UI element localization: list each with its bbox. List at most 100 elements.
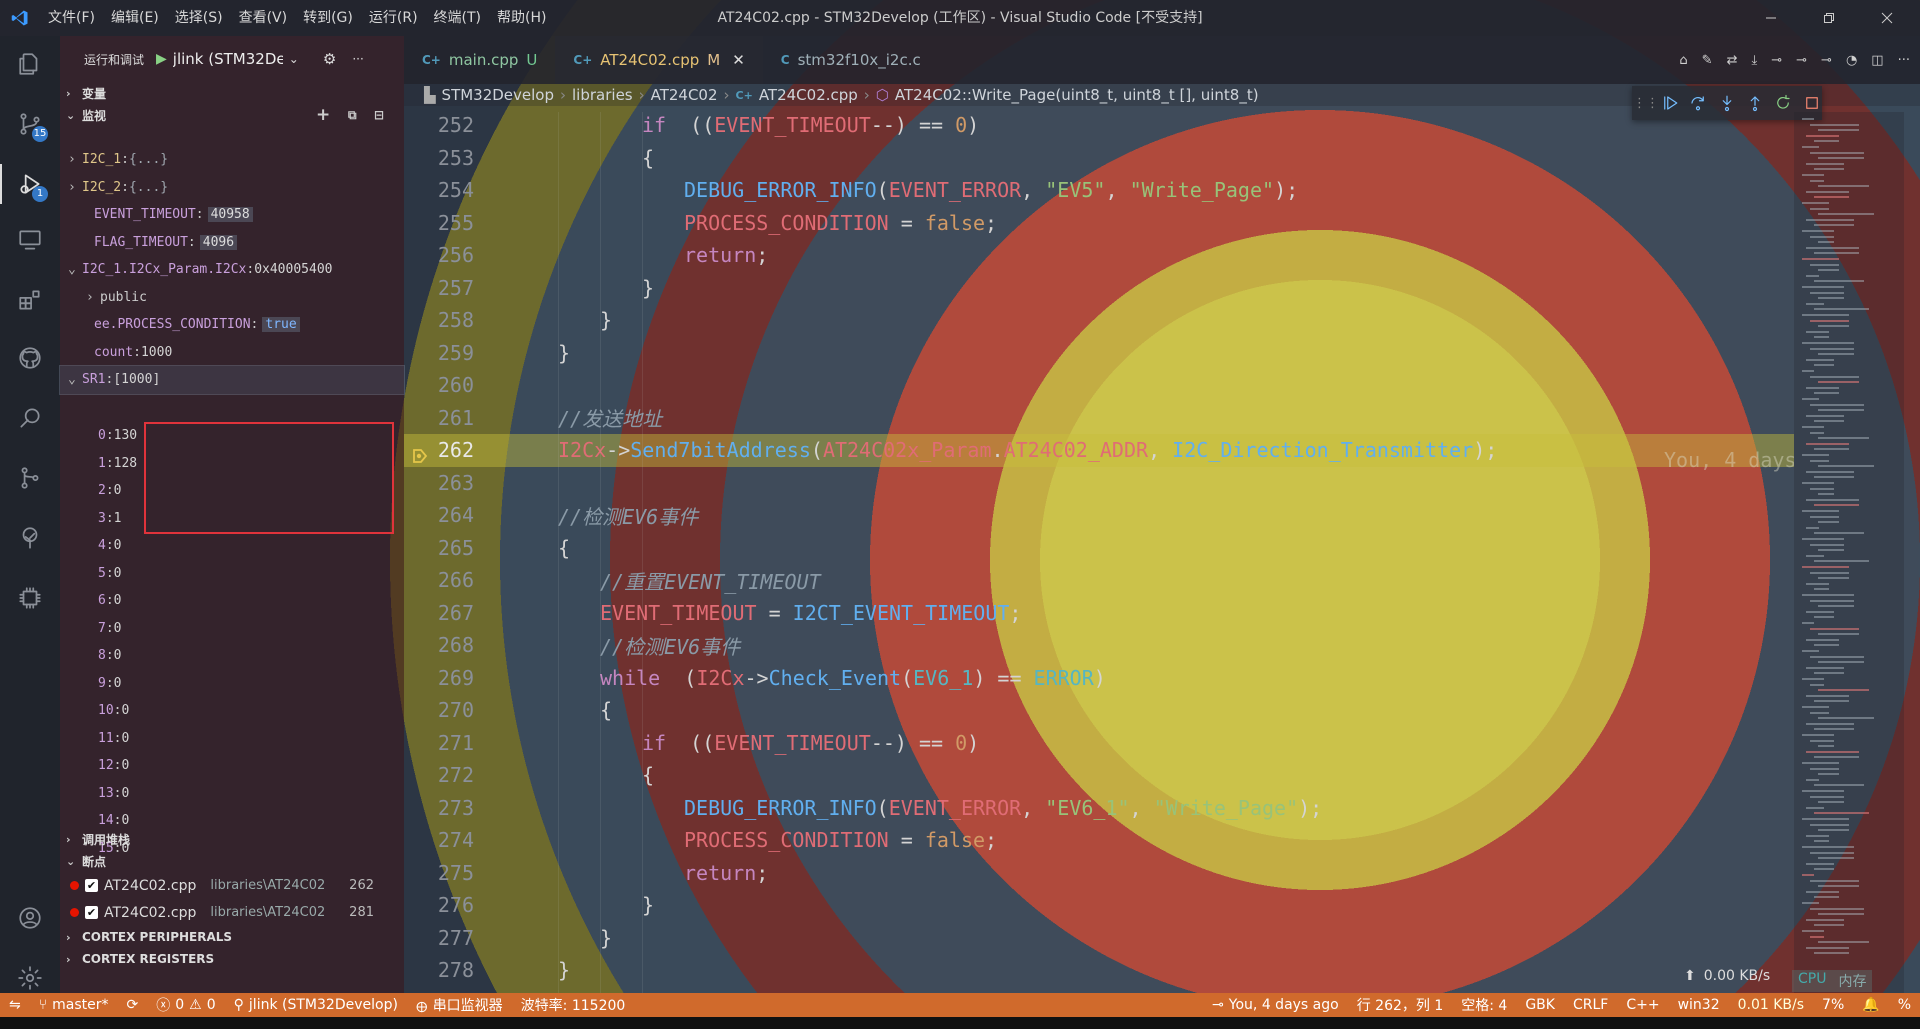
code-line[interactable]: 259}	[404, 337, 1794, 370]
code-line[interactable]: 272 {	[404, 759, 1794, 792]
watch-item[interactable]: FLAG_TIMEOUT: 4096	[60, 229, 404, 257]
code-line[interactable]: 258}	[404, 304, 1794, 337]
watch-item[interactable]: ee.PROCESS_CONDITION: true	[60, 311, 404, 339]
sr1-element[interactable]: 6: 0	[60, 587, 404, 615]
menu-item[interactable]: 编辑(E)	[103, 0, 167, 36]
breakpoint-checkbox[interactable]: ✔	[85, 879, 98, 892]
sr1-element[interactable]: 9: 0	[60, 670, 404, 698]
code-line[interactable]: 268 //检测EV6事件	[404, 629, 1794, 662]
watch-item[interactable]: count: 1000	[60, 339, 404, 367]
tree-icon[interactable]	[10, 518, 50, 558]
git-commit-icon[interactable]: ⊸	[1771, 53, 1782, 68]
menu-item[interactable]: 帮助(H)	[489, 0, 554, 36]
github-icon[interactable]	[10, 338, 50, 378]
notification-icon[interactable]: 🔔	[1853, 997, 1888, 1013]
close-tab-icon[interactable]: ✕	[732, 51, 745, 69]
sr1-element[interactable]: 5: 0	[60, 560, 404, 588]
git-graph-icon[interactable]	[10, 458, 50, 498]
split-editor-icon[interactable]: ◫	[1871, 53, 1883, 68]
start-debugging-icon[interactable]: ▶	[156, 51, 167, 67]
settings-gear-icon[interactable]	[10, 958, 50, 998]
code-line[interactable]: 254 DEBUG_ERROR_INFO(EVENT_ERROR, "EV5", …	[404, 174, 1794, 207]
breadcrumb-item[interactable]: libraries	[572, 86, 633, 104]
chevron-down-icon[interactable]: ⌄	[68, 372, 82, 387]
gear-icon[interactable]: ⚙	[323, 50, 336, 68]
sr1-element[interactable]: 7: 0	[60, 615, 404, 643]
baud-rate[interactable]: 波特率: 115200	[512, 995, 635, 1015]
sr1-element[interactable]: 12: 0	[60, 752, 404, 780]
sr1-element[interactable]: 4: 0	[60, 532, 404, 560]
chip-icon[interactable]	[10, 578, 50, 618]
menu-item[interactable]: 转到(G)	[295, 0, 361, 36]
watch-item[interactable]: EVENT_TIMEOUT: 40958	[60, 201, 404, 229]
remote-explorer-icon[interactable]	[10, 220, 50, 260]
code-line[interactable]: 270 {	[404, 694, 1794, 727]
clean-icon[interactable]: ✎	[1702, 53, 1713, 68]
watch-section-header[interactable]: ⌄ 监视 + ⧉ ⊟	[60, 104, 404, 126]
cortex-registers-header[interactable]: › CORTEX REGISTERS	[60, 948, 404, 970]
breakpoints-section-header[interactable]: ⌄ 断点	[60, 850, 404, 872]
menu-item[interactable]: 文件(F)	[40, 0, 103, 36]
timeline-icon[interactable]: ◔	[1846, 53, 1857, 68]
breadcrumb-item[interactable]: STM32Develop	[442, 86, 554, 104]
restore-button[interactable]	[1806, 0, 1852, 36]
code-line[interactable]: 273 DEBUG_ERROR_INFO(EVENT_ERROR, "EV6_1"…	[404, 792, 1794, 825]
add-expression-icon[interactable]: +	[316, 105, 330, 125]
menu-item[interactable]: 查看(V)	[231, 0, 296, 36]
tab-at24c02-cpp[interactable]: C+ AT24C02.cpp M ✕	[555, 36, 763, 84]
variables-section-header[interactable]: › 变量	[60, 82, 404, 104]
sr1-element[interactable]: 11: 0	[60, 725, 404, 753]
breakpoint-current-icon[interactable]	[412, 448, 428, 468]
source-control-icon[interactable]: 15	[10, 104, 50, 144]
run-debug-icon[interactable]: 1	[0, 164, 50, 204]
code-line[interactable]: 265 {	[404, 532, 1794, 565]
minimap[interactable]	[1794, 112, 1904, 993]
sr1-element[interactable]: 10: 0	[60, 697, 404, 725]
cursor-position[interactable]: 行 262，列 1	[1348, 995, 1453, 1015]
debug-status[interactable]: ⚲ jlink (STM32Develop)	[225, 997, 407, 1013]
code-line[interactable]: 271 if ((EVENT_TIMEOUT--) == 0)	[404, 727, 1794, 760]
platform[interactable]: win32	[1669, 997, 1729, 1013]
line-ending[interactable]: CRLF	[1564, 997, 1617, 1013]
breakpoint-item[interactable]: ✔ AT24C02.cpp libraries\AT24C02 262	[60, 872, 404, 899]
debug-config-select[interactable]: jlink (STM32Develop)	[173, 50, 283, 68]
account-icon[interactable]	[10, 898, 50, 938]
serial-monitor-button[interactable]: 🜨 串口监视器	[407, 991, 512, 1020]
code-line[interactable]: 278}	[404, 954, 1794, 987]
code-line[interactable]: 261 //发送地址	[404, 402, 1794, 435]
encoding[interactable]: GBK	[1516, 997, 1564, 1013]
code-line[interactable]: 277}	[404, 922, 1794, 955]
chevron-right-icon[interactable]: ›	[86, 290, 100, 305]
code-line[interactable]: 252 if ((EVENT_TIMEOUT--) == 0)	[404, 112, 1794, 142]
breakpoint-item[interactable]: ✔ AT24C02.cpp libraries\AT24C02 281	[60, 899, 404, 926]
code-line[interactable]: 267 EVENT_TIMEOUT = I2CT_EVENT_TIMEOUT;	[404, 597, 1794, 630]
close-window-button[interactable]	[1864, 0, 1910, 36]
chevron-right-icon[interactable]: ›	[68, 180, 82, 195]
code-line[interactable]: 266 //重置EVENT_TIMEOUT	[404, 564, 1794, 597]
code-line[interactable]: 255 PROCESS_CONDITION = false;	[404, 207, 1794, 240]
tab-main-cpp[interactable]: C+ main.cpp U	[404, 36, 555, 84]
compare-icon[interactable]: ⇄	[1727, 53, 1738, 68]
breadcrumb-item[interactable]: AT24C02	[651, 86, 718, 104]
chevron-right-icon[interactable]: ›	[68, 152, 82, 167]
code-line[interactable]: 253 {	[404, 142, 1794, 175]
branch-status[interactable]: ⑂ master*	[30, 997, 118, 1013]
minimize-button[interactable]	[1748, 0, 1794, 36]
code-line[interactable]: 260	[404, 369, 1794, 402]
download-icon[interactable]: ⤓	[1751, 53, 1757, 68]
sr1-element[interactable]: 13: 0	[60, 780, 404, 808]
git-prev-icon[interactable]: ⊸	[1796, 53, 1807, 68]
watch-item[interactable]: › public	[60, 284, 404, 312]
breadcrumb-item[interactable]: AT24C02.cpp	[759, 86, 858, 104]
tab-stm32f10x-i2c[interactable]: Cstm32f10x_i2c.c	[763, 36, 939, 84]
explorer-icon[interactable]	[10, 44, 50, 84]
remote-indicator[interactable]: ⇋	[0, 997, 30, 1013]
git-next-icon[interactable]: ⊸	[1821, 53, 1832, 68]
code-line[interactable]: 275 return;	[404, 857, 1794, 890]
sync-icon[interactable]: ⟳	[118, 997, 148, 1013]
code-line[interactable]: 263	[404, 467, 1794, 500]
refresh-icon[interactable]: ⧉	[348, 108, 357, 123]
watch-item[interactable]: ⌄ SR1: [1000]	[59, 365, 405, 395]
code-editor[interactable]: 252 if ((EVENT_TIMEOUT--) == 0) 253{254 DEB…	[404, 112, 1794, 993]
extensions-icon[interactable]	[10, 280, 50, 320]
